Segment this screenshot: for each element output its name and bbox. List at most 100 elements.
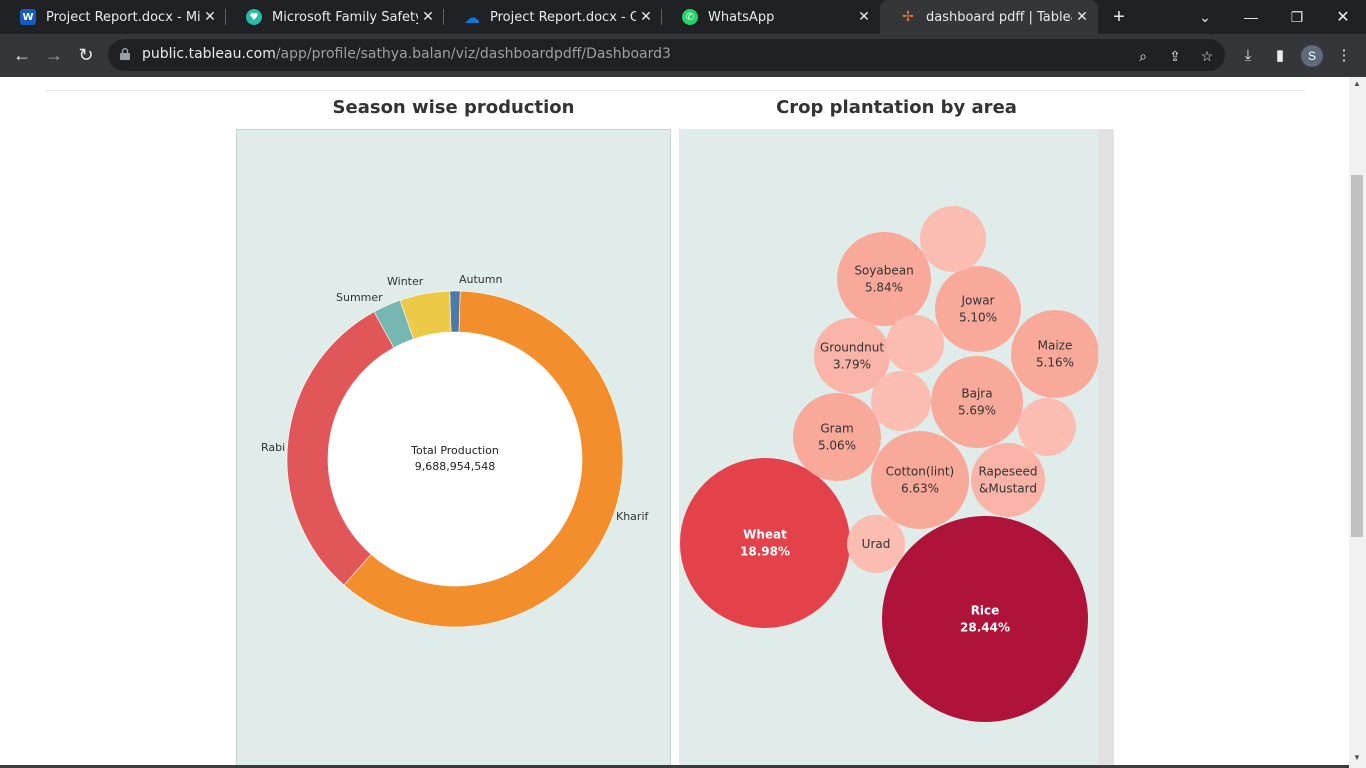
bubble-circle: [793, 393, 881, 481]
season-chart-panel[interactable]: Autumn Kharif Rabi Summer Winter Total Produc…: [236, 129, 671, 768]
tab-search-icon[interactable]: ⌄: [1182, 0, 1228, 34]
bubble-value: 18.98%: [740, 545, 790, 559]
close-icon[interactable]: ✕: [200, 9, 220, 25]
bubble-label: Jowar: [961, 294, 995, 308]
bubble-jowar[interactable]: Jowar 5.10%: [935, 266, 1021, 352]
bubble-label: Bajra: [961, 387, 992, 401]
donut-hole: [328, 332, 582, 586]
bubble-unlabeled-12[interactable]: [886, 315, 944, 373]
new-tab-button[interactable]: +: [1102, 0, 1136, 34]
donut-slice-autumn: [449, 290, 461, 333]
tab-title: dashboard pdff | Tableau Pu: [926, 9, 1072, 25]
close-icon[interactable]: ✕: [1072, 9, 1092, 25]
tab-onedrive[interactable]: ☁ Project Report.docx - OneDr ✕: [444, 0, 662, 34]
bubble-value: 5.69%: [958, 404, 996, 418]
bubble-rice[interactable]: Rice 28.44%: [882, 516, 1088, 722]
bubble-circle: [931, 356, 1023, 448]
scroll-down-icon[interactable]: ▼: [1353, 753, 1361, 762]
bubble-circle: [935, 266, 1021, 352]
bookmark-star-icon[interactable]: ☆: [1198, 47, 1216, 65]
close-icon[interactable]: ✕: [418, 9, 438, 25]
bubble-maize[interactable]: Maize 5.16%: [1011, 310, 1099, 398]
bubble-value: 6.63%: [901, 482, 939, 496]
slice-label-autumn: Autumn: [459, 273, 502, 286]
bubble-circle: [886, 315, 944, 373]
bubble-circle: [920, 206, 986, 272]
tab-title: Project Report.docx - OneDr: [490, 9, 636, 25]
zoom-icon[interactable]: ⌕: [1134, 47, 1152, 65]
bubble-circle: [837, 232, 931, 326]
bubble-label: Cotton(lint): [886, 465, 954, 479]
bubble-soyabean[interactable]: Soyabean 5.84%: [837, 232, 931, 326]
bubble-value: 3.79%: [833, 358, 871, 372]
back-button[interactable]: ←: [7, 40, 37, 70]
bubble-value: 28.44%: [960, 621, 1010, 635]
tab-title: Microsoft Family Safety: [272, 9, 418, 25]
url-text: public.tableau.com/app/profile/sathya.ba…: [142, 46, 671, 62]
bubble-label: Gram: [820, 422, 853, 436]
share-icon[interactable]: ⇪: [1166, 47, 1184, 65]
total-production-label: Total Production: [410, 444, 499, 457]
bubble-label: Rice: [971, 604, 1000, 618]
tab-title: WhatsApp: [708, 9, 775, 25]
whatsapp-icon: ✆: [682, 9, 698, 25]
forward-button[interactable]: →: [39, 40, 69, 70]
bubble-value: 5.06%: [818, 439, 856, 453]
bubble-circle: [971, 443, 1045, 517]
bubble-label: &Mustard: [979, 482, 1037, 496]
restore-button[interactable]: ❐: [1274, 0, 1320, 34]
address-bar[interactable]: public.tableau.com/app/profile/sathya.ba…: [108, 39, 1225, 71]
crop-chart-panel[interactable]: Rice 28.44% Wheat 18.98% Cotton(lint) 6.63% So…: [679, 129, 1114, 768]
divider: [45, 90, 1305, 91]
avatar[interactable]: S: [1301, 45, 1323, 67]
download-icon[interactable]: ⤓: [1237, 44, 1259, 66]
close-icon[interactable]: ✕: [854, 9, 874, 25]
minimize-button[interactable]: —: [1228, 0, 1274, 34]
bubble-label: Soyabean: [854, 264, 913, 278]
bubble-circle: [871, 431, 969, 529]
tab-strip: W Project Report.docx - Micros ✕ ♥ Micro…: [0, 0, 1366, 34]
bubble-label: Wheat: [743, 528, 787, 542]
tab-whatsapp[interactable]: ✆ WhatsApp ✕: [662, 0, 880, 34]
page-scrollbar[interactable]: ▲ ▼: [1349, 77, 1366, 768]
window-close-button[interactable]: ✕: [1320, 0, 1366, 34]
bubble-cotton-lint[interactable]: Cotton(lint) 6.63%: [871, 431, 969, 529]
side-panel-icon[interactable]: ▮: [1269, 44, 1291, 66]
bubble-unlabeled-14[interactable]: [1018, 398, 1076, 456]
panel-scrollbar[interactable]: [1098, 129, 1114, 768]
bubble-circle: [1011, 310, 1099, 398]
tableau-icon: ✢: [902, 9, 914, 25]
slice-label-winter: Winter: [387, 275, 424, 288]
tab-tableau[interactable]: ✢ dashboard pdff | Tableau Pu ✕: [880, 0, 1098, 34]
bubble-value: 5.84%: [865, 281, 903, 295]
bubble-value: 5.16%: [1036, 356, 1074, 370]
bubble-circle: [680, 458, 850, 628]
bubble-unlabeled-11[interactable]: [920, 206, 986, 272]
bubble-bajra[interactable]: Bajra 5.69%: [931, 356, 1023, 448]
bubble-unlabeled-13[interactable]: [871, 371, 931, 431]
tab-word[interactable]: W Project Report.docx - Micros ✕: [0, 0, 226, 34]
close-icon[interactable]: ✕: [636, 9, 656, 25]
reload-button[interactable]: ↻: [71, 40, 101, 70]
bubble-gram[interactable]: Gram 5.06%: [793, 393, 881, 481]
bubble-circle: [882, 516, 1088, 722]
scroll-up-icon[interactable]: ▲: [1353, 79, 1361, 88]
onedrive-icon: ☁: [464, 7, 480, 27]
slice-label-kharif: Kharif: [616, 510, 650, 523]
scrollbar-thumb[interactable]: [1351, 175, 1363, 537]
bubble-circle: [1018, 398, 1076, 456]
bubble-label: Maize: [1038, 339, 1073, 353]
word-icon: W: [20, 9, 36, 25]
bubble-rapeseed-mustard[interactable]: Rapeseed&Mustard: [971, 443, 1045, 517]
page-content: Season wise production Crop plantation b…: [0, 77, 1349, 768]
bubble-label: Groundnut: [820, 341, 884, 355]
lock-icon: [120, 48, 130, 60]
crop-bubble-chart[interactable]: Rice 28.44% Wheat 18.98% Cotton(lint) 6.63% So…: [679, 129, 1099, 768]
bubble-wheat[interactable]: Wheat 18.98%: [680, 458, 850, 628]
heart-icon: ♥: [246, 9, 262, 25]
menu-kebab-icon[interactable]: ⋮: [1333, 44, 1355, 66]
bubble-value: 5.10%: [959, 311, 997, 325]
season-donut-chart[interactable]: Autumn Kharif Rabi Summer Winter Total Produc…: [237, 130, 672, 768]
tab-family-safety[interactable]: ♥ Microsoft Family Safety ✕: [226, 0, 444, 34]
bubble-urad[interactable]: Urad: [847, 515, 905, 573]
